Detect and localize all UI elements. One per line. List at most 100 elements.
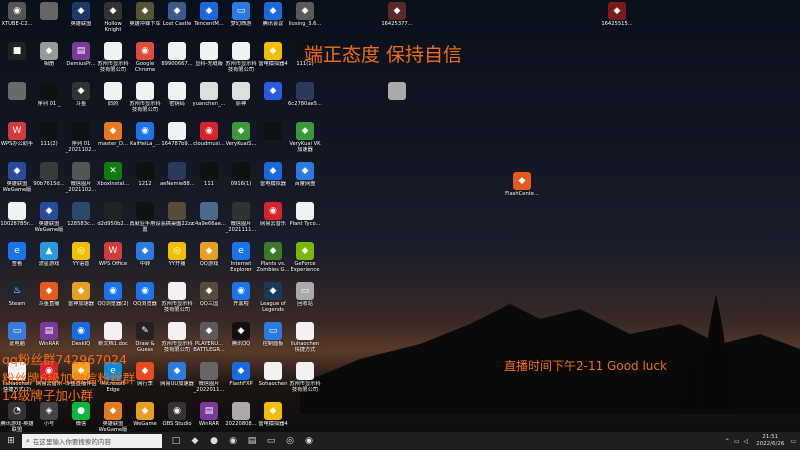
search-box[interactable]: ⌕ 在这里输入你要搜索的内容 — [22, 434, 162, 448]
desktop-icon[interactable]: 164787b9... — [160, 122, 194, 162]
desktop-icon[interactable]: ◉ Google Chrome — [128, 42, 162, 82]
desktop-icon[interactable]: yuanchen_... — [192, 82, 226, 122]
desktop-icon[interactable]: 苏州市显示科技有限公司 — [128, 82, 162, 122]
desktop-icon[interactable]: ◉ 开黑啦 — [224, 282, 258, 322]
desktop-icon[interactable]: ◆ 斗鱼直播 — [32, 282, 66, 322]
desktop-icon[interactable]: ✎ Draw & Guess — [128, 322, 162, 362]
desktop-icon[interactable]: ◉ QQ浏览器 — [128, 282, 162, 322]
desktop-icon[interactable]: ◉ KaiHeiLa_... — [128, 122, 162, 162]
desktop-icon[interactable]: liuhaochen 快捷方式 — [288, 322, 322, 362]
desktop-icon[interactable]: d2d950b2... — [96, 202, 130, 242]
desktop-icon[interactable]: ◆ VeryKuai VK加速器 — [288, 122, 322, 162]
desktop-icon[interactable]: ◆ Hollow Knight — [96, 2, 130, 42]
desktop-icon[interactable]: ◆ 雷电模拟器 — [256, 162, 290, 202]
desktop-icon[interactable]: 序列 01 _2021102... — [64, 122, 98, 162]
desktop-icon[interactable]: ◆ QQ三国 — [192, 282, 226, 322]
desktop-icon[interactable]: ◉ 网易云音乐 — [256, 202, 290, 242]
desktop-icon[interactable]: 128583c... — [64, 202, 98, 242]
desktop-icon[interactable]: ◆ 英雄联盟 — [64, 2, 98, 42]
desktop-icon[interactable]: 苏州市显示科技有限公司 — [160, 322, 194, 362]
desktop-icon[interactable]: ◉ QQ浏览器(2) — [96, 282, 130, 322]
desktop-icon[interactable]: ■ — [0, 42, 34, 82]
desktop-icon[interactable]: ◆ liusing_3.6... — [288, 2, 322, 42]
desktop-icon[interactable]: ◆ FlashFXP — [224, 362, 258, 402]
desktop-icon[interactable]: 89900667... — [160, 42, 194, 82]
desktop-icon[interactable]: 苏州市显示科技有限公司 — [288, 362, 322, 402]
desktop-icon[interactable]: 0916(1) — [224, 162, 258, 202]
desktop-icon[interactable]: ◆ 雷神加速器 — [64, 282, 98, 322]
desktop-icon[interactable]: 90b7615d... — [32, 162, 66, 202]
volume-icon[interactable]: ◁ — [744, 438, 749, 445]
app-window-icon[interactable]: ▭ — [263, 434, 279, 448]
desktop-icon[interactable]: 序列 01 _ — [32, 82, 66, 122]
desktop-icon[interactable]: ◆ 16425377... — [380, 2, 414, 42]
windows-start-icon[interactable]: ⊞ — [3, 434, 19, 448]
desktop-icon[interactable]: ◆ QQ游戏 — [192, 242, 226, 282]
desktop-icon[interactable]: ◆ 英雄联盟WeGame版 — [32, 202, 66, 242]
desktop-icon[interactable]: ◆ Lost Castle — [160, 2, 194, 42]
desktop-icon[interactable]: Plant Tyco... — [288, 202, 322, 242]
pinned-app-icon[interactable]: ◆ — [187, 434, 203, 448]
desktop-icon[interactable]: ◆ 英雄冲锋下车 — [128, 2, 162, 42]
desktop-icon[interactable]: 显科-无缝版 — [192, 42, 226, 82]
notification-icon[interactable]: ▭ — [790, 438, 796, 445]
desktop-icon[interactable]: ♨ Steam — [0, 282, 34, 322]
desktop-icon[interactable]: W WPS办公助手 — [0, 122, 34, 162]
desktop-icon[interactable]: W WPS Office — [96, 242, 130, 282]
desktop-icon[interactable]: ◆ 16425515... — [600, 2, 634, 42]
browser-icon[interactable]: ◉ — [301, 434, 317, 448]
obs-icon[interactable]: ◉ — [225, 434, 241, 448]
desktop-icon[interactable]: 旧的 — [96, 82, 130, 122]
desktop-icon[interactable]: 微信图片_2021102... — [64, 162, 98, 202]
desktop-icon[interactable]: 苏州市显示科技有限公司 — [160, 282, 194, 322]
desktop-icon[interactable]: e Internet Explorer — [224, 242, 258, 282]
desktop-icon[interactable]: ◆ League of Legends — [256, 282, 290, 322]
desktop-icon[interactable]: e 查看 — [0, 242, 34, 282]
desktop-icon[interactable]: 微信图片_2021111... — [224, 202, 258, 242]
desktop-icon[interactable]: 密钥码 — [160, 82, 194, 122]
desktop-icon[interactable]: ◉ XTUBE-C2... — [0, 2, 34, 42]
desktop-icon[interactable]: 1212 — [128, 162, 162, 202]
desktop-icon[interactable]: ◆ VeryKuaiS... — [224, 122, 258, 162]
desktop-icon[interactable]: ◆ 斗鱼 — [64, 82, 98, 122]
desktop-icon[interactable]: 苏州市显示科技有限公司 — [96, 42, 130, 82]
file-explorer-icon[interactable]: ▤ — [244, 434, 260, 448]
desktop-icon[interactable]: ✕ XboxInstal... — [96, 162, 130, 202]
desktop-icon[interactable]: ▭ 梦幻西游 — [224, 2, 258, 42]
desktop-icon[interactable]: ◆ TencentM... — [192, 2, 226, 42]
desktop-icon[interactable]: 111 — [192, 162, 226, 202]
desktop-icon[interactable]: ◆ 腾讯QQ — [224, 322, 258, 362]
desktop-icon[interactable]: ◆ FlashCente... — [505, 172, 539, 212]
chevron-up-icon[interactable]: ⌃ — [725, 438, 730, 445]
desktop-icon[interactable]: ◆ 百度网盘 — [288, 162, 322, 202]
clock[interactable]: 21:51 2022/6/26 — [756, 434, 784, 448]
desktop-icon[interactable]: ◆ 雷电模拟器4 — [256, 42, 290, 82]
desktop-icon[interactable]: ◆ GeForce Experience — [288, 242, 322, 282]
desktop-icon[interactable]: ▭ 回收站 — [288, 282, 322, 322]
wechat-icon[interactable]: ● — [206, 434, 222, 448]
desktop-icon[interactable]: ◆ 网易UU加速器 — [160, 362, 194, 402]
desktop-icon[interactable]: aeNemie88... — [160, 162, 194, 202]
desktop-icon[interactable]: 恶搞桌面22zz — [160, 202, 194, 242]
desktop-icon[interactable]: 苏州市显示科技有限公司 — [224, 42, 258, 82]
desktop-icon[interactable]: ◆ 中转 — [128, 242, 162, 282]
desktop-icon[interactable]: ◎ YY开播 — [160, 242, 194, 282]
desktop-icon[interactable] — [0, 82, 34, 122]
desktop-icon[interactable]: ▤ DemiusPr... — [64, 42, 98, 82]
desktop-icon[interactable]: 再就业手用设置 — [128, 202, 162, 242]
desktop-icon[interactable]: ◎ YY语音 — [64, 242, 98, 282]
desktop-icon[interactable]: ◆ 腾讯会议 — [256, 2, 290, 42]
desktop-icon[interactable]: ◆ — [256, 82, 290, 122]
desktop-icon[interactable]: ▭ 控制面板 — [256, 322, 290, 362]
desktop-icon[interactable]: ▲ 流星游戏 — [32, 242, 66, 282]
desktop-icon[interactable]: 111(2) — [32, 122, 66, 162]
desktop-icon[interactable]: 原神 — [224, 82, 258, 122]
desktop-icon[interactable] — [32, 2, 66, 42]
taskview-icon[interactable]: □ — [168, 434, 184, 448]
desktop-icon[interactable]: ◆ 相册 — [32, 42, 66, 82]
desktop-icon[interactable]: Sohaochen — [256, 362, 290, 402]
desktop-icon[interactable]: 6c2780ae5... — [288, 82, 322, 122]
desktop-icon[interactable]: c4a9e66ae... — [192, 202, 226, 242]
desktop-icon[interactable]: ◆ 英雄联盟WeGame版 — [0, 162, 34, 202]
desktop-icon[interactable]: 微信图片_2022011... — [192, 362, 226, 402]
